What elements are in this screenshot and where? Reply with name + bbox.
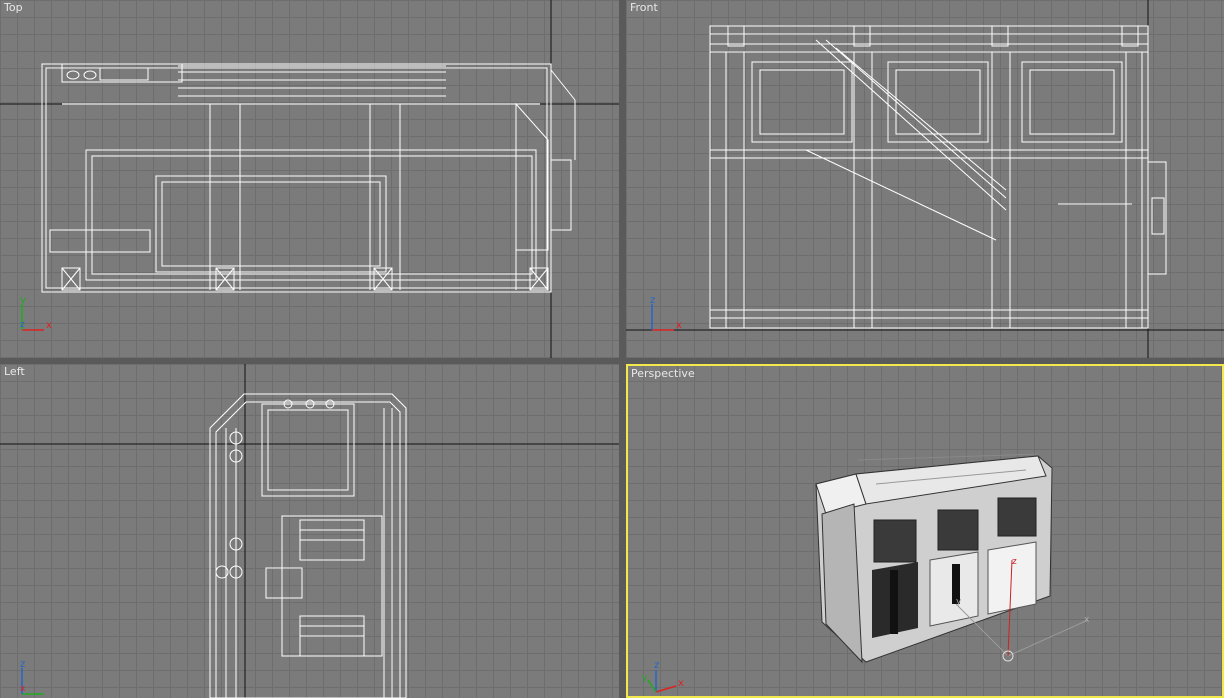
axis-x-label: x bbox=[676, 320, 682, 331]
gizmo-y-label: y bbox=[956, 597, 962, 607]
left-wireframe bbox=[0, 364, 619, 698]
axis-z-label: z bbox=[20, 659, 25, 670]
axis-z-label: z bbox=[650, 295, 655, 306]
axis-x-label: x bbox=[678, 678, 684, 689]
viewport-top[interactable]: Top x y z bbox=[0, 0, 619, 358]
axis-tripod-top: x y z bbox=[20, 295, 52, 331]
axis-tripod-perspective: x z y bbox=[642, 660, 684, 693]
axis-x-label: x bbox=[20, 684, 26, 694]
viewport-front[interactable]: Front x z bbox=[626, 0, 1224, 358]
axis-z-label: z bbox=[654, 660, 659, 671]
perspective-model: x y z bbox=[815, 453, 1090, 664]
top-wireframe bbox=[0, 0, 619, 358]
axis-tripod-left: z x bbox=[20, 659, 44, 695]
axis-tripod-front: x z bbox=[650, 295, 682, 331]
gizmo-z-label: z bbox=[1012, 557, 1017, 567]
axis-z-label: z bbox=[20, 320, 25, 330]
front-wireframe bbox=[626, 0, 1224, 358]
viewport-left[interactable]: Left z x bbox=[0, 364, 619, 698]
gizmo-x-label: x bbox=[1084, 615, 1090, 625]
axis-x-label: x bbox=[46, 320, 52, 331]
axis-y-label: y bbox=[20, 295, 26, 306]
axis-y-label: y bbox=[642, 673, 648, 683]
viewport-perspective[interactable]: Perspective x y z x z y bbox=[626, 364, 1224, 698]
